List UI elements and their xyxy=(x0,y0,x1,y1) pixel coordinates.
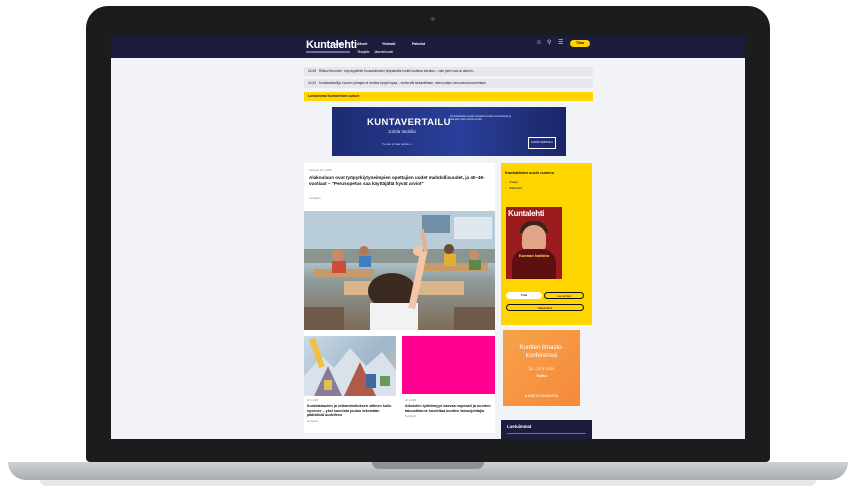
ad-text: Kuntavertailun avulla vertailet kuntasi … xyxy=(450,115,511,122)
news-ticker[interactable]: 12.22 Kuntatarkkailija: Nuoren johtajan e… xyxy=(304,79,593,88)
ad2-line1: Kuntien ilmasto- xyxy=(519,344,564,351)
subnav-item-jasenetuudet[interactable]: Jäsenetuudet xyxy=(374,50,393,54)
ad-logo: KUNTA VERTAILU xyxy=(528,137,556,149)
sidebar-link[interactable]: Tilaajat xyxy=(505,181,517,184)
card-date: 20.1.2025 xyxy=(405,399,417,402)
article-headline[interactable]: Alakouluun ovat työpyrkiytyneimpien opet… xyxy=(309,175,489,186)
divider xyxy=(507,433,586,434)
ad2-footer: ILMASTO KUNNISSA xyxy=(524,394,559,398)
ad-subtitle: Johda tiedolla xyxy=(388,129,416,134)
notice-bar[interactable]: Luetuimmat Kuntalehden uutiset xyxy=(304,92,593,101)
most-read-box: Luetuimmat xyxy=(501,420,592,439)
logo-underline xyxy=(306,51,350,53)
ad-title: KUNTAVERTAILU xyxy=(367,117,451,128)
ticker-text: Kuntatarkkailija: Nuoren johtajan ei tar… xyxy=(318,81,486,85)
main-article[interactable]: Perjantai 20.1.2025 Alakouluun ovat työp… xyxy=(304,163,495,433)
nav-item-aiheet[interactable]: Aiheet xyxy=(357,42,367,46)
ticker-text: Riikka Kinnunen: Leposyytteille Kuusanko… xyxy=(318,69,476,73)
card-headline[interactable]: Aikuisten työttömyys kasvaa nopeasti ja … xyxy=(405,404,491,413)
cover-face xyxy=(522,225,546,251)
classroom-photo[interactable] xyxy=(304,211,495,330)
kuntavertailu-ad[interactable]: KUNTAVERTAILU Johda tiedolla Tutustu ja … xyxy=(332,107,566,156)
article-card[interactable]: 20.1.2025 Kuntatalouden ja velkarahoituk… xyxy=(307,399,393,423)
latest-issue-title: Kuntalehden uusin numero xyxy=(505,171,555,175)
climate-conference-ad[interactable]: Kuntien ilmasto- konferenssi 21.–22.5.20… xyxy=(503,330,580,406)
most-read-title: Luetuimmat xyxy=(507,424,532,429)
magazine-caption: Kunnan hallinto xyxy=(518,253,550,258)
article-card[interactable]: 20.1.2025 Aikuisten työttömyys kasvaa no… xyxy=(405,399,491,418)
nav-item-palvelut[interactable]: Palvelut xyxy=(412,42,425,46)
user-icon[interactable]: ☺ xyxy=(536,40,542,46)
browser-screen: Kuntalehti Etusivu Aiheet Yhteisöt Palve… xyxy=(111,36,745,439)
classroom-illustration xyxy=(304,211,495,330)
article-date: Perjantai 20.1.2025 xyxy=(309,169,332,172)
latest-issue-box: Kuntalehden uusin numero Tilaajat Näköis… xyxy=(501,163,592,325)
ad2-line2: konferenssi xyxy=(525,352,558,359)
card-date: 20.1.2025 xyxy=(307,399,319,402)
article-meta: Kuntalehti xyxy=(309,197,321,200)
card-image-magenta[interactable] xyxy=(402,336,495,394)
nav-item-etusivu[interactable]: Etusivu xyxy=(331,42,343,46)
ad2-dates: 21.–22.5.2025 xyxy=(528,366,555,371)
digital-magazine-button[interactable]: Näköislehti xyxy=(506,304,584,311)
magazine-cover[interactable]: Kuntalehti Kunnan hallinto xyxy=(506,207,562,279)
camera-icon xyxy=(431,17,435,21)
cartoon-illustration xyxy=(304,337,396,396)
ticker-time: 12.22 xyxy=(308,81,316,85)
sidebar-link[interactable]: Näköislehti xyxy=(505,187,522,190)
site-header: Kuntalehti Etusivu Aiheet Yhteisöt Palve… xyxy=(111,36,745,58)
subnav-item-tilaajalle[interactable]: Tilaajalle xyxy=(357,50,369,54)
subscribe-magazine-button[interactable]: Tilaa xyxy=(506,292,542,299)
nav-item-yhteisot[interactable]: Yhteisöt xyxy=(382,42,395,46)
menu-icon[interactable]: ☰ xyxy=(558,40,563,46)
card-meta: Kuntalehti xyxy=(307,419,319,423)
news-ticker[interactable]: 12.35 Riikka Kinnunen: Leposyytteille Kuu… xyxy=(304,67,593,76)
search-icon[interactable]: ⚲ xyxy=(547,40,551,46)
laptop-notch xyxy=(372,462,484,469)
read-magazine-button[interactable]: Lue lehteä xyxy=(544,292,584,299)
card-image-cartoon[interactable] xyxy=(304,336,396,396)
card-headline[interactable]: Kuntatalouden ja velkarahoituksen väline… xyxy=(307,404,393,418)
magazine-logo: Kuntalehti xyxy=(508,209,545,218)
subscribe-button[interactable]: Tilaa xyxy=(570,40,590,47)
card-meta: Kuntalehti xyxy=(405,415,417,419)
ticker-time: 12.35 xyxy=(308,69,316,73)
ad-cta[interactable]: Tutustu ja tilaa palvelu » xyxy=(382,142,412,146)
ad2-city: Turku xyxy=(536,373,547,378)
laptop-shadow xyxy=(40,480,816,486)
